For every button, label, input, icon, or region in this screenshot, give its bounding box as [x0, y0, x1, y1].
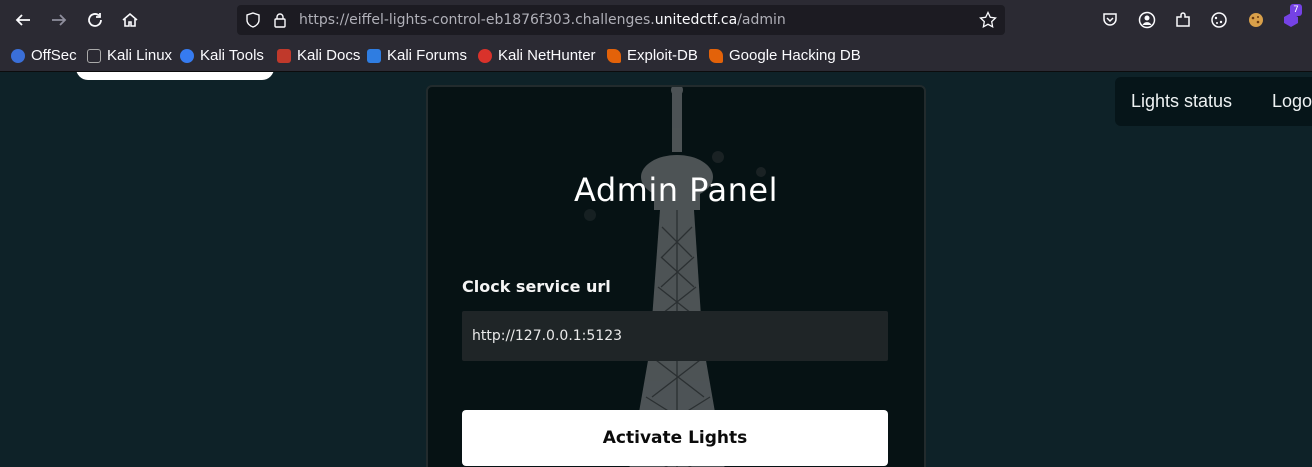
shield-icon[interactable] [245, 12, 261, 32]
url-text[interactable]: https://eiffel-lights-control-eb1876f303… [299, 5, 786, 35]
bookmark-label: Google Hacking DB [729, 47, 861, 64]
bookmark-kali-tools[interactable]: Kali Tools [180, 40, 264, 71]
kali-nethunter-icon [478, 48, 492, 63]
url-prefix: https://eiffel-lights-control-eb1876f303… [299, 12, 655, 28]
bookmark-label: Kali NetHunter [498, 47, 596, 64]
reload-icon[interactable] [83, 8, 107, 32]
bookmark-label: Kali Linux [107, 47, 173, 64]
kali-tools-icon [180, 48, 194, 63]
bookmark-kali-forums[interactable]: Kali Forums [367, 40, 467, 71]
exploit-db-icon [607, 48, 621, 63]
bookmarks-bar: OffSec Kali Linux Kali Tools Kali Docs K… [0, 40, 1312, 72]
url-path: /admin [737, 12, 786, 28]
back-arrow-icon[interactable] [11, 8, 35, 32]
bookmark-label: Kali Forums [387, 47, 468, 64]
bookmark-kali-linux[interactable]: Kali Linux [87, 40, 172, 71]
bookmark-kali-docs[interactable]: Kali Docs [277, 40, 360, 71]
activate-lights-button[interactable]: Activate Lights [462, 410, 888, 466]
nav-logout-link[interactable]: Logout [1272, 77, 1312, 126]
kali-docs-icon [277, 48, 291, 63]
page-title: Admin Panel [574, 171, 778, 209]
pocket-icon[interactable] [1100, 10, 1120, 30]
lock-icon[interactable] [273, 12, 287, 32]
extensions-icon[interactable] [1173, 10, 1193, 30]
forward-arrow-icon[interactable] [47, 8, 71, 32]
bookmark-label: Kali Tools [200, 47, 264, 64]
page-content: Lights status Logout Admin Panel [0, 72, 1312, 467]
bookmark-label: Kali Docs [297, 47, 361, 64]
extension-badge: 7 [1290, 4, 1302, 16]
kali-forums-icon [367, 48, 381, 63]
bookmark-label: Exploit-DB [627, 47, 698, 64]
kali-dragon-icon [87, 48, 101, 63]
clock-url-input[interactable]: http://127.0.0.1:5123 [462, 311, 888, 361]
account-icon[interactable] [1137, 10, 1157, 30]
admin-panel-card: Admin Panel Clock service url http://127… [426, 85, 926, 467]
header-pill[interactable] [76, 72, 274, 80]
bookmark-kali-nethunter[interactable]: Kali NetHunter [478, 40, 596, 71]
bookmark-exploit-db[interactable]: Exploit-DB [607, 40, 698, 71]
bookmark-label: OffSec [31, 47, 77, 64]
top-nav: Lights status Logout [1115, 77, 1312, 126]
cookie-icon[interactable] [1209, 10, 1229, 30]
bookmark-offsec[interactable]: OffSec [11, 40, 77, 71]
url-host: unitedctf.ca [654, 12, 738, 28]
offsec-icon [11, 48, 25, 63]
browser-toolbar: https://eiffel-lights-control-eb1876f303… [0, 0, 1312, 40]
bookmark-google-hacking-db[interactable]: Google Hacking DB [709, 40, 861, 71]
clock-url-label: Clock service url [462, 277, 611, 296]
bookmark-star-icon[interactable] [979, 10, 997, 33]
home-icon[interactable] [118, 8, 142, 32]
address-bar[interactable]: https://eiffel-lights-control-eb1876f303… [237, 5, 1005, 35]
ghdb-icon [709, 48, 723, 63]
nav-lights-status-link[interactable]: Lights status [1131, 77, 1232, 126]
cookie-extension-icon[interactable] [1246, 10, 1266, 30]
